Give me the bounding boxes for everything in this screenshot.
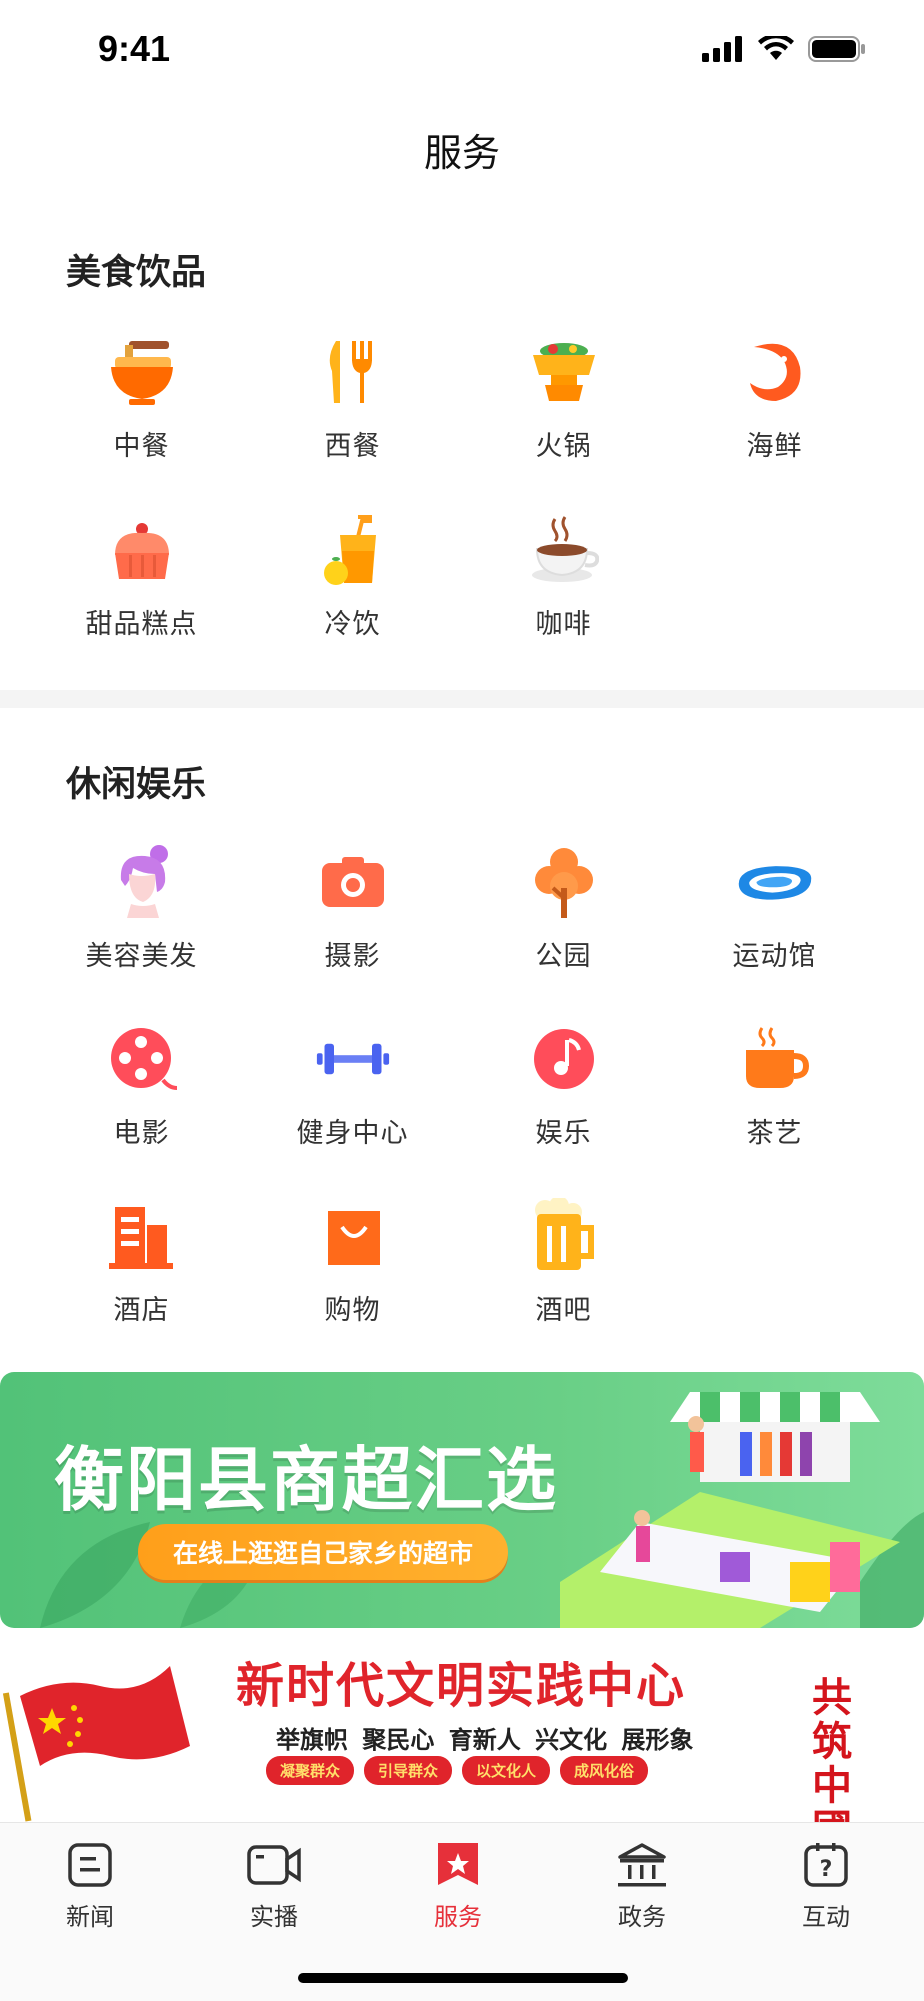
section-title-food: 美食饮品 — [66, 253, 207, 293]
svg-text:?: ? — [820, 1857, 833, 1882]
service-item-label: 摄影 — [324, 941, 381, 972]
tea-cup-icon — [737, 1021, 813, 1097]
service-item-bar[interactable]: 酒吧 — [458, 1198, 669, 1375]
service-item-label: 公园 — [535, 941, 592, 972]
tab-interact[interactable]: ? 互动 — [766, 1841, 886, 1932]
civilization-tags: 凝聚群众 引导群众 以文化人 成风化俗 — [266, 1756, 649, 1785]
leisure-grid: 美容美发 摄影 公园 运动馆 电影 健身中心 娱乐 茶艺 酒店 购物 酒吧 — [36, 844, 888, 1375]
supermarket-banner[interactable]: 衡阳县商超汇选 在线上逛逛自己家乡的超市 — [0, 1372, 924, 1628]
service-item-label: 电影 — [113, 1118, 170, 1149]
beer-mug-icon — [526, 1198, 602, 1274]
shrimp-icon — [737, 334, 813, 410]
service-item-coffee[interactable]: 咖啡 — [458, 512, 669, 690]
service-star-icon — [438, 1843, 478, 1885]
banner-tagline: 在线上逛逛自己家乡的超市 — [138, 1524, 508, 1580]
service-item-label: 火锅 — [535, 431, 592, 462]
cupcake-icon — [104, 512, 180, 588]
service-item-stadium[interactable]: 运动馆 — [669, 844, 880, 1021]
food-grid: 中餐 西餐 火锅 海鲜 甜品糕点 冷饮 咖啡 — [36, 334, 888, 690]
status-icons — [702, 36, 866, 62]
service-item-cold-drink[interactable]: 冷饮 — [247, 512, 458, 690]
civilization-tag: 引导群众 — [364, 1756, 453, 1785]
civilization-banner[interactable]: 新时代文明实践中心 举旗帜 聚民心 育新人 兴文化 展形象 凝聚群众 引导群众 … — [0, 1636, 924, 1822]
status-time: 9:41 — [98, 28, 171, 69]
cold-drink-icon — [315, 512, 391, 588]
service-item-label: 酒店 — [113, 1295, 170, 1326]
question-calendar-icon: ? — [804, 1843, 848, 1887]
news-icon — [68, 1843, 112, 1887]
service-item-chinese-food[interactable]: 中餐 — [36, 334, 247, 512]
civilization-side-text: 共筑中國 — [812, 1675, 852, 1822]
service-item-western-food[interactable]: 西餐 — [247, 334, 458, 512]
civilization-tag: 凝聚群众 — [266, 1756, 355, 1785]
service-item-hotpot[interactable]: 火锅 — [458, 334, 669, 512]
service-item-label: 冷饮 — [324, 609, 381, 640]
service-item-beauty-salon[interactable]: 美容美发 — [36, 844, 247, 1021]
hair-salon-icon — [104, 844, 180, 920]
tab-label: 服务 — [434, 1903, 482, 1931]
service-item-shopping[interactable]: 购物 — [247, 1198, 458, 1375]
tab-label: 实播 — [250, 1903, 298, 1931]
coffee-cup-icon — [526, 512, 602, 588]
hotel-building-icon — [104, 1198, 180, 1274]
civilization-headline: 新时代文明实践中心 — [236, 1658, 687, 1714]
service-item-label: 西餐 — [324, 431, 381, 462]
civilization-subline: 举旗帜 聚民心 育新人 兴文化 展形象 — [276, 1726, 694, 1754]
home-indicator — [298, 1973, 628, 1983]
service-item-dessert[interactable]: 甜品糕点 — [36, 512, 247, 690]
fork-knife-icon — [315, 334, 391, 410]
tab-government[interactable]: 政务 — [582, 1841, 702, 1932]
section-title-leisure: 休闲娱乐 — [66, 765, 207, 805]
tab-label: 新闻 — [66, 1903, 114, 1931]
camera-icon — [315, 844, 391, 920]
tree-icon — [526, 844, 602, 920]
tab-service[interactable]: 服务 — [398, 1841, 518, 1932]
video-camera-icon — [247, 1845, 301, 1885]
tab-label: 互动 — [802, 1903, 850, 1931]
tab-live[interactable]: 实播 — [214, 1841, 334, 1932]
tab-label: 政务 — [618, 1903, 666, 1931]
wifi-icon — [758, 36, 794, 60]
service-item-fitness[interactable]: 健身中心 — [247, 1021, 458, 1198]
service-item-label: 娱乐 — [535, 1118, 592, 1149]
status-bar: 9:41 — [0, 0, 924, 100]
service-item-label: 健身中心 — [296, 1118, 409, 1149]
noodle-bowl-icon — [104, 334, 180, 410]
service-item-tea[interactable]: 茶艺 — [669, 1021, 880, 1198]
service-item-label: 甜品糕点 — [85, 609, 198, 640]
battery-icon — [808, 36, 865, 62]
service-item-label: 美容美发 — [85, 941, 198, 972]
service-item-hotel[interactable]: 酒店 — [36, 1198, 247, 1375]
service-item-seafood[interactable]: 海鲜 — [669, 334, 880, 512]
tab-news[interactable]: 新闻 — [30, 1841, 150, 1932]
stadium-icon — [737, 844, 813, 920]
music-note-icon — [526, 1021, 602, 1097]
government-building-icon — [618, 1843, 666, 1887]
service-item-label: 海鲜 — [746, 431, 803, 462]
service-item-label: 咖啡 — [535, 609, 592, 640]
dumbbell-icon — [315, 1021, 391, 1097]
service-item-label: 运动馆 — [732, 941, 817, 972]
service-item-label: 中餐 — [113, 431, 170, 462]
service-item-park[interactable]: 公园 — [458, 844, 669, 1021]
red-flag-illustration — [2, 1666, 190, 1822]
section-divider — [0, 690, 924, 708]
service-item-movie[interactable]: 电影 — [36, 1021, 247, 1198]
banner-headline: 衡阳县商超汇选 — [54, 1439, 558, 1521]
hotpot-icon — [526, 334, 602, 410]
shopping-bag-icon — [315, 1198, 391, 1274]
signal-icon — [702, 36, 742, 62]
page-title: 服务 — [423, 131, 500, 175]
service-item-label: 酒吧 — [535, 1295, 592, 1326]
film-reel-icon — [104, 1021, 180, 1097]
service-item-label: 茶艺 — [746, 1118, 803, 1149]
civilization-tag: 成风化俗 — [560, 1756, 649, 1785]
service-item-photography[interactable]: 摄影 — [247, 844, 458, 1021]
service-item-entertainment[interactable]: 娱乐 — [458, 1021, 669, 1198]
service-item-label: 购物 — [324, 1295, 381, 1326]
civilization-tag: 以文化人 — [462, 1756, 551, 1785]
